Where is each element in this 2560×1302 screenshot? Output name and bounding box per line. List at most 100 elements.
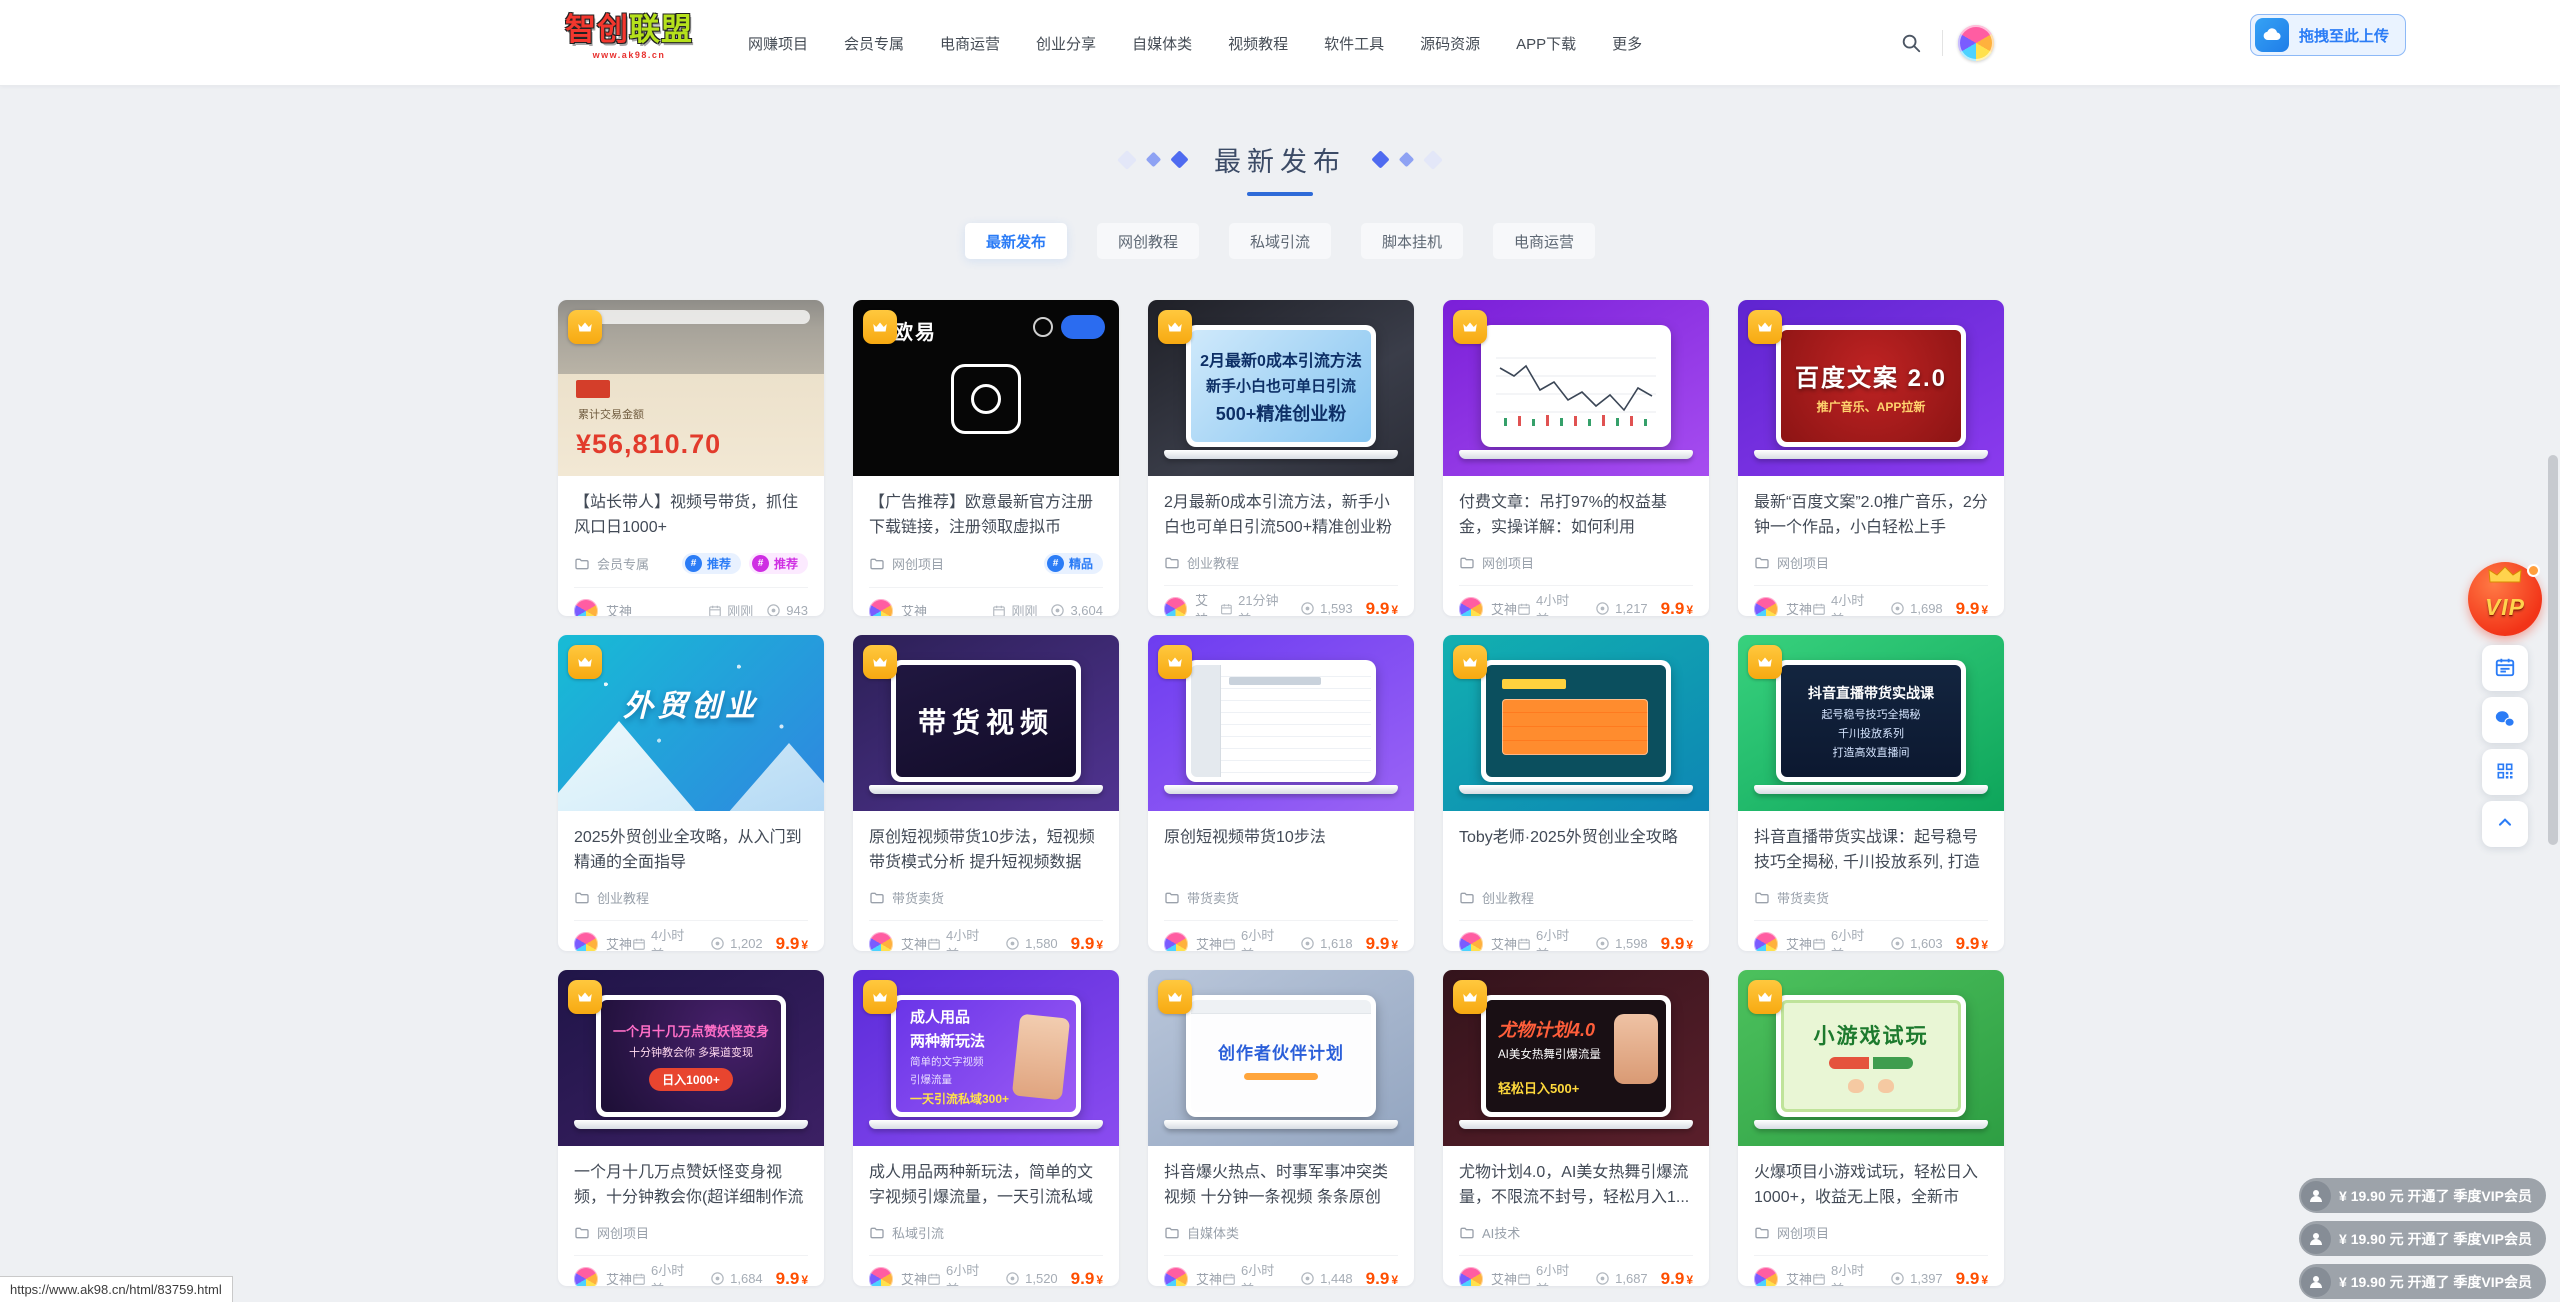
author-link[interactable]: 艾神 — [1164, 590, 1220, 617]
resource-card[interactable]: Toby老师·2025外贸创业全攻略 创业教程 艾神 6小时前 — [1443, 635, 1709, 951]
card-thumbnail[interactable] — [1148, 635, 1414, 811]
card-title[interactable]: 成人用品两种新玩法，简单的文字视频引爆流量，一天引流私域30... — [869, 1160, 1103, 1210]
category-link[interactable]: 带货卖货 — [869, 888, 944, 907]
filter-tab[interactable]: 电商运营 — [1493, 223, 1595, 259]
card-title[interactable]: 抖音爆火热点、时事军事冲突类视频 十分钟一条视频 条条原创 日... — [1164, 1160, 1398, 1210]
search-icon[interactable] — [1900, 32, 1922, 59]
card-title[interactable]: 【站长带人】视频号带货，抓住风口日1000+ — [574, 490, 808, 540]
resource-card[interactable]: 小游戏试玩 火爆项目小游戏试玩，轻松日入1000+，收益无上限，全新市场！ 网创… — [1738, 970, 2004, 1286]
filter-tab[interactable]: 脚本挂机 — [1361, 223, 1463, 259]
resource-card[interactable]: 带货视频 原创短视频带货10步法，短视频带货模式分析 提升短视频数据的... 带… — [853, 635, 1119, 951]
nav-item[interactable]: APP下载 — [1516, 33, 1576, 54]
card-title[interactable]: 尤物计划4.0，AI美女热舞引爆流量，不限流不封号，轻松月入1... — [1459, 1160, 1693, 1210]
card-thumbnail[interactable]: 带货视频 — [853, 635, 1119, 811]
card-title[interactable]: Toby老师·2025外贸创业全攻略 — [1459, 825, 1693, 875]
vip-float-button[interactable]: VIP — [2468, 562, 2542, 636]
back-to-top-button[interactable] — [2482, 801, 2528, 847]
card-title[interactable]: 抖音直播带货实战课：起号稳号技巧全揭秘, 千川投放系列, 打造高... — [1754, 825, 1988, 875]
filter-tab[interactable]: 私域引流 — [1229, 223, 1331, 259]
card-thumbnail[interactable]: 尤物计划4.0AI美女热舞引爆流量轻松日入500+ — [1443, 970, 1709, 1146]
card-title[interactable]: 原创短视频带货10步法 — [1164, 825, 1398, 875]
card-title[interactable]: 2月最新0成本引流方法，新手小白也可单日引流500+精准创业粉 — [1164, 490, 1398, 540]
card-thumbnail[interactable]: 一个月十几万点赞妖怪变身十分钟教会你 多渠道变现日入1000+ — [558, 970, 824, 1146]
card-title[interactable]: 【广告推荐】欧意最新官方注册下载链接，注册领取虚拟币 — [869, 490, 1103, 540]
category-link[interactable]: 私域引流 — [869, 1223, 944, 1242]
card-title[interactable]: 一个月十几万点赞妖怪变身视频，十分钟教会你(超详细制作流程)... — [574, 1160, 808, 1210]
author-link[interactable]: 艾神 — [1164, 932, 1222, 952]
author-link[interactable]: 艾神 — [1459, 1267, 1517, 1287]
category-link[interactable]: 自媒体类 — [1164, 1223, 1239, 1242]
resource-card[interactable]: 2月最新0成本引流方法新手小白也可单日引流500+精准创业粉 2月最新0成本引流… — [1148, 300, 1414, 616]
author-link[interactable]: 艾神 — [574, 932, 632, 952]
resource-card[interactable]: 外贸创业 2025外贸创业全攻略，从入门到精通的全面指导 创业教程 艾神 — [558, 635, 824, 951]
qr-code-button[interactable] — [2482, 749, 2528, 795]
category-link[interactable]: 网创项目 — [1754, 1223, 1829, 1242]
card-thumbnail[interactable] — [1443, 635, 1709, 811]
category-link[interactable]: 网创项目 — [1459, 553, 1534, 572]
author-link[interactable]: 艾神 — [574, 599, 632, 617]
resource-card[interactable]: 成人用品两种新玩法简单的文字视频引爆流量一天引流私域300+ 成人用品两种新玩法… — [853, 970, 1119, 1286]
card-thumbnail[interactable]: 2月最新0成本引流方法新手小白也可单日引流500+精准创业粉 — [1148, 300, 1414, 476]
resource-card[interactable]: 付费文章：吊打97%的权益基金，实操详解：如何利用deepseek来... 网创… — [1443, 300, 1709, 616]
nav-item[interactable]: 创业分享 — [1036, 33, 1096, 54]
author-link[interactable]: 艾神 — [869, 1267, 927, 1287]
filter-tab[interactable]: 网创教程 — [1097, 223, 1199, 259]
filter-tab[interactable]: 最新发布 — [965, 223, 1067, 259]
nav-item[interactable]: 会员专属 — [844, 33, 904, 54]
category-link[interactable]: 网创项目 — [869, 554, 944, 573]
author-link[interactable]: 艾神 — [1754, 597, 1812, 617]
nav-item[interactable]: 源码资源 — [1420, 33, 1480, 54]
resource-card[interactable]: 创作者伙伴计划 抖音爆火热点、时事军事冲突类视频 十分钟一条视频 条条原创 日.… — [1148, 970, 1414, 1286]
author-link[interactable]: 艾神 — [1754, 932, 1812, 952]
category-link[interactable]: 带货卖货 — [1164, 888, 1239, 907]
tag-badge[interactable]: #精品 — [1044, 553, 1103, 574]
card-thumbnail[interactable]: 累计交易金额¥56,810.70 — [558, 300, 824, 476]
resource-card[interactable]: 欧易 【广告推荐】欧意最新官方注册下载链接，注册领取虚拟币 网创项目 #精品 艾… — [853, 300, 1119, 616]
author-link[interactable]: 艾神 — [574, 1267, 632, 1287]
card-title[interactable]: 2025外贸创业全攻略，从入门到精通的全面指导 — [574, 825, 808, 875]
nav-item[interactable]: 视频教程 — [1228, 33, 1288, 54]
author-link[interactable]: 艾神 — [1459, 932, 1517, 952]
card-thumbnail[interactable]: 百度文案 2.0推广音乐、APP拉新 — [1738, 300, 2004, 476]
resource-card[interactable]: 尤物计划4.0AI美女热舞引爆流量轻松日入500+ 尤物计划4.0，AI美女热舞… — [1443, 970, 1709, 1286]
category-link[interactable]: AI技术 — [1459, 1223, 1520, 1242]
card-thumbnail[interactable]: 创作者伙伴计划 — [1148, 970, 1414, 1146]
resource-card[interactable]: 累计交易金额¥56,810.70 【站长带人】视频号带货，抓住风口日1000+ … — [558, 300, 824, 616]
resource-card[interactable]: 百度文案 2.0推广音乐、APP拉新 最新“百度文案”2.0推广音乐，2分钟一个… — [1738, 300, 2004, 616]
site-logo[interactable]: 智创联盟 www.ak98.cn — [565, 11, 693, 60]
card-thumbnail[interactable]: 小游戏试玩 — [1738, 970, 2004, 1146]
category-link[interactable]: 带货卖货 — [1754, 888, 1829, 907]
upload-button[interactable]: 拖拽至此上传 — [2250, 14, 2406, 56]
card-thumbnail[interactable] — [1443, 300, 1709, 476]
category-link[interactable]: 创业教程 — [1459, 888, 1534, 907]
card-thumbnail[interactable]: 抖音直播带货实战课起号稳号技巧全揭秘千川投放系列打造高效直播间 — [1738, 635, 2004, 811]
resource-card[interactable]: 抖音直播带货实战课起号稳号技巧全揭秘千川投放系列打造高效直播间 抖音直播带货实战… — [1738, 635, 2004, 951]
nav-item[interactable]: 软件工具 — [1324, 33, 1384, 54]
category-link[interactable]: 创业教程 — [574, 888, 649, 907]
tag-badge[interactable]: #推荐 — [682, 553, 741, 574]
author-link[interactable]: 艾神 — [1164, 1267, 1222, 1287]
category-link[interactable]: 网创项目 — [1754, 553, 1829, 572]
user-avatar[interactable] — [1958, 25, 1994, 61]
card-thumbnail[interactable]: 欧易 — [853, 300, 1119, 476]
tag-badge[interactable]: #推荐 — [749, 553, 808, 574]
category-link[interactable]: 会员专属 — [574, 554, 649, 573]
scrollbar[interactable] — [2548, 455, 2558, 845]
card-thumbnail[interactable]: 成人用品两种新玩法简单的文字视频引爆流量一天引流私域300+ — [853, 970, 1119, 1146]
category-link[interactable]: 创业教程 — [1164, 553, 1239, 572]
author-link[interactable]: 艾神 — [869, 932, 927, 952]
nav-item[interactable]: 更多 — [1612, 33, 1642, 54]
card-title[interactable]: 付费文章：吊打97%的权益基金，实操详解：如何利用deepseek来... — [1459, 490, 1693, 540]
author-link[interactable]: 艾神 — [1754, 1267, 1812, 1287]
nav-item[interactable]: 自媒体类 — [1132, 33, 1192, 54]
contact-chat-button[interactable] — [2482, 697, 2528, 743]
nav-item[interactable]: 网赚项目 — [748, 33, 808, 54]
card-thumbnail[interactable]: 外贸创业 — [558, 635, 824, 811]
resource-card[interactable]: 一个月十几万点赞妖怪变身十分钟教会你 多渠道变现日入1000+ 一个月十几万点赞… — [558, 970, 824, 1286]
author-link[interactable]: 艾神 — [869, 599, 927, 617]
author-link[interactable]: 艾神 — [1459, 597, 1517, 617]
resource-card[interactable]: 原创短视频带货10步法 带货卖货 艾神 6小时前 — [1148, 635, 1414, 951]
card-title[interactable]: 原创短视频带货10步法，短视频带货模式分析 提升短视频数据的... — [869, 825, 1103, 875]
nav-item[interactable]: 电商运营 — [940, 33, 1000, 54]
category-link[interactable]: 网创项目 — [574, 1223, 649, 1242]
